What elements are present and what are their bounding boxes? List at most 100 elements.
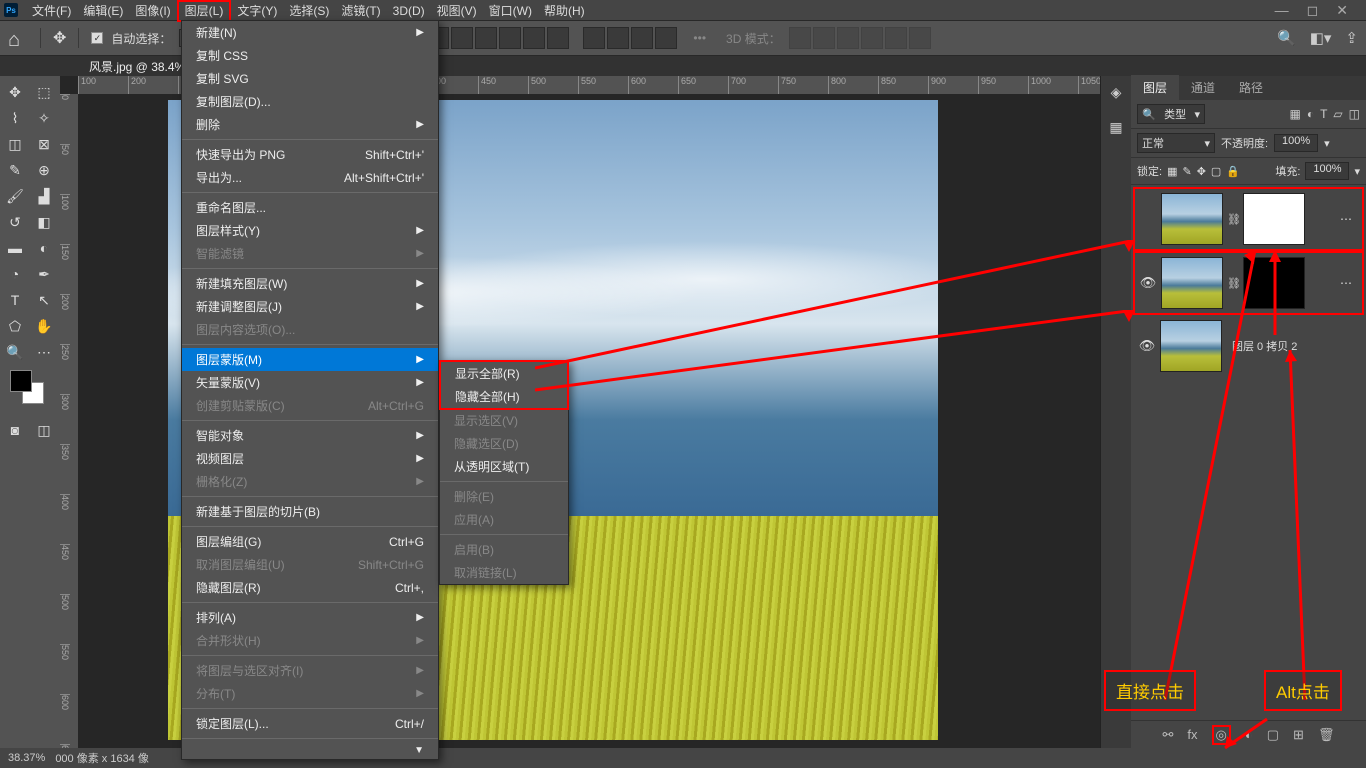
fill-value[interactable]: 100% (1305, 162, 1349, 180)
menu-item[interactable]: 图层编组(G)Ctrl+G (182, 530, 438, 553)
lock-transparent-icon[interactable]: ▦ (1167, 165, 1177, 178)
lasso-tool[interactable]: ⌇ (2, 106, 28, 130)
tab-layers[interactable]: 图层 (1131, 75, 1179, 100)
gradient-tool[interactable]: ▬ (2, 236, 28, 260)
menu-帮助(H)[interactable]: 帮助(H) (538, 2, 591, 20)
new-layer-icon[interactable]: ⊞ (1293, 727, 1304, 743)
filter-adjust-icon[interactable]: ◐ (1307, 107, 1314, 121)
eyedropper-tool[interactable]: ✎ (2, 158, 28, 182)
menu-3D(D)[interactable]: 3D(D) (387, 2, 431, 20)
menu-图层(L)[interactable]: 图层(L) (177, 0, 232, 22)
panel-icon[interactable]: ▦ (1109, 119, 1122, 136)
filter-type-icon[interactable]: T (1320, 107, 1327, 121)
menu-滤镜(T)[interactable]: 滤镜(T) (335, 2, 386, 20)
filter-pixel-icon[interactable]: ▦ (1289, 107, 1300, 121)
fx-icon[interactable]: fx (1187, 727, 1197, 742)
zoom-level[interactable]: 38.37% (8, 752, 45, 764)
submenu-reveal-all[interactable]: 显示全部(R) (441, 362, 567, 385)
edit-toolbar[interactable]: ⋯ (31, 340, 57, 364)
lock-all-icon[interactable]: 🔒 (1226, 165, 1240, 178)
menu-item[interactable]: 智能对象▶ (182, 424, 438, 447)
screen-mode[interactable]: ◫ (31, 418, 57, 442)
move-tool[interactable]: ✥ (2, 80, 28, 104)
opacity-value[interactable]: 100% (1274, 134, 1318, 152)
blur-tool[interactable]: ◐ (31, 236, 57, 260)
delete-icon[interactable]: 🗑 (1318, 727, 1335, 743)
menu-item[interactable]: 复制 SVG (182, 67, 438, 90)
lock-position-icon[interactable]: ✥ (1197, 165, 1206, 178)
shape-tool[interactable]: ⬠ (2, 314, 28, 338)
eraser-tool[interactable]: ◧ (31, 210, 57, 234)
blend-mode-select[interactable]: 正常▾ (1137, 133, 1215, 153)
menu-item[interactable]: 新建(N)▶ (182, 21, 438, 44)
menu-item[interactable]: 隐藏图层(R)Ctrl+, (182, 576, 438, 599)
menu-item[interactable]: 导出为...Alt+Shift+Ctrl+' (182, 166, 438, 189)
menu-item[interactable]: 重命名图层... (182, 196, 438, 219)
link-layers-icon[interactable]: ⚯ (1163, 727, 1174, 743)
brush-tool[interactable]: 🖌 (2, 184, 28, 208)
mask-link-icon[interactable]: ⛓ (1227, 213, 1239, 226)
search-icon[interactable]: 🔍 (1277, 29, 1296, 47)
align-icon[interactable] (475, 27, 497, 49)
layer-row[interactable]: 👁 ⛓ ⋯ (1133, 251, 1364, 315)
menu-文件(F)[interactable]: 文件(F) (26, 2, 77, 20)
menu-item[interactable]: 新建填充图层(W)▶ (182, 272, 438, 295)
layer-thumbnail[interactable] (1161, 193, 1223, 245)
hand-tool[interactable]: ✋ (31, 314, 57, 338)
path-tool[interactable]: ↖ (31, 288, 57, 312)
align-icon[interactable] (547, 27, 569, 49)
type-tool[interactable]: T (2, 288, 28, 312)
frame-tool[interactable]: ⊠ (31, 132, 57, 156)
stamp-tool[interactable]: ▟ (31, 184, 57, 208)
filter-type-select[interactable]: 🔍类型▾ (1137, 104, 1205, 124)
align-icon[interactable] (499, 27, 521, 49)
filter-smart-icon[interactable]: ◫ (1349, 107, 1360, 121)
visibility-toggle[interactable]: 👁 (1138, 338, 1156, 354)
menu-图像(I)[interactable]: 图像(I) (129, 2, 176, 20)
menu-item[interactable]: 新建基于图层的切片(B) (182, 500, 438, 523)
magic-wand-tool[interactable]: ✧ (31, 106, 57, 130)
maximize-icon[interactable]: ◻ (1307, 2, 1319, 19)
distribute-icon[interactable] (607, 27, 629, 49)
heal-tool[interactable]: ⊕ (31, 158, 57, 182)
layer-thumbnail[interactable] (1160, 320, 1222, 372)
align-icon[interactable] (451, 27, 473, 49)
layer-row[interactable]: ⛓ ⋯ (1133, 187, 1364, 251)
minimize-icon[interactable]: — (1275, 2, 1289, 19)
menu-item[interactable]: 锁定图层(L)...Ctrl+/ (182, 712, 438, 735)
menu-item[interactable]: 图层蒙版(M)▶ (182, 348, 438, 371)
mask-thumbnail-white[interactable] (1243, 193, 1305, 245)
menu-item[interactable]: 复制 CSS (182, 44, 438, 67)
menu-item[interactable]: 快速导出为 PNGShift+Ctrl+' (182, 143, 438, 166)
auto-select-checkbox[interactable]: ✓ (91, 32, 103, 44)
history-brush-tool[interactable]: ↺ (2, 210, 28, 234)
menu-item[interactable]: 复制图层(D)... (182, 90, 438, 113)
color-swatches[interactable] (2, 366, 58, 416)
lock-pixels-icon[interactable]: ✎ (1182, 165, 1191, 178)
tab-paths[interactable]: 路径 (1227, 75, 1275, 100)
add-mask-button[interactable]: ◎ (1212, 725, 1231, 745)
menu-窗口(W)[interactable]: 窗口(W) (483, 2, 538, 20)
crop-tool[interactable]: ◫ (2, 132, 28, 156)
submenu-from-transparency[interactable]: 从透明区域(T) (440, 455, 568, 478)
panel-icon[interactable]: ◈ (1111, 84, 1122, 101)
mask-thumbnail-black[interactable] (1243, 257, 1305, 309)
group-icon[interactable]: ▢ (1267, 727, 1279, 743)
layer-row[interactable]: 👁 图层 0 拷贝 2 (1133, 315, 1364, 377)
menu-视图(V)[interactable]: 视图(V) (431, 2, 483, 20)
visibility-toggle[interactable]: 👁 (1139, 275, 1157, 291)
distribute-icon[interactable] (631, 27, 653, 49)
home-icon[interactable] (8, 29, 28, 47)
filter-shape-icon[interactable]: ▱ (1333, 107, 1342, 121)
align-icon[interactable] (523, 27, 545, 49)
pen-tool[interactable]: ✒ (31, 262, 57, 286)
menu-item[interactable]: 新建调整图层(J)▶ (182, 295, 438, 318)
distribute-icon[interactable] (655, 27, 677, 49)
dodge-tool[interactable]: ◔ (2, 262, 28, 286)
share-icon[interactable]: ⇪ (1345, 29, 1358, 47)
zoom-tool[interactable]: 🔍 (2, 340, 28, 364)
mask-link-icon[interactable]: ⛓ (1227, 277, 1239, 290)
menu-编辑(E)[interactable]: 编辑(E) (77, 2, 129, 20)
distribute-icon[interactable] (583, 27, 605, 49)
workspace-icon[interactable]: ◧▾ (1310, 29, 1332, 47)
